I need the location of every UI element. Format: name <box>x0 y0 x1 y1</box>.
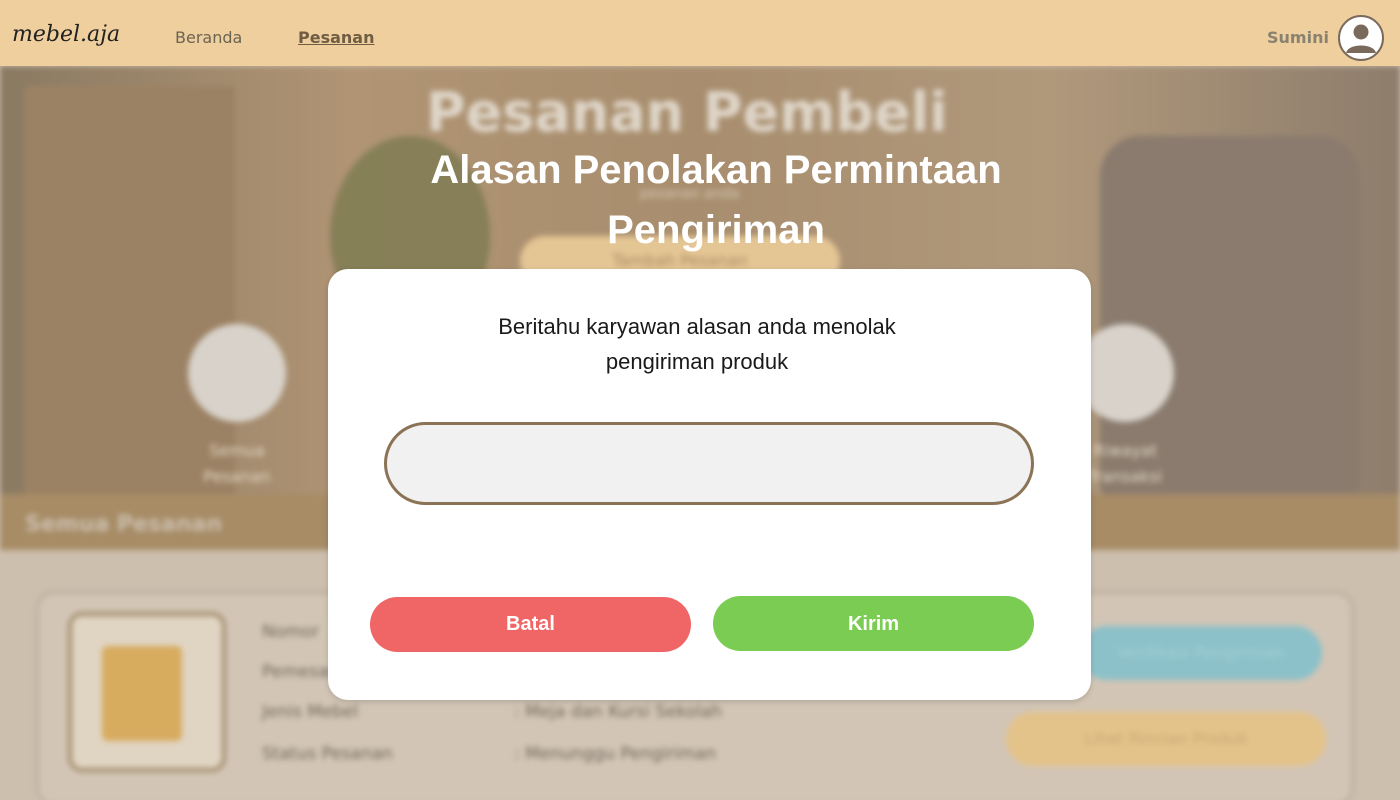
mail-icon <box>188 324 286 422</box>
order-label-number: Nomor <box>262 622 320 642</box>
submit-button[interactable]: Kirim <box>713 596 1034 651</box>
view-product-details-button: Lihat Rincian Produk <box>1006 712 1326 766</box>
product-image <box>102 646 182 741</box>
modal-description: Beritahu karyawan alasan anda menolak pe… <box>498 314 896 374</box>
rejection-reason-input[interactable] <box>384 422 1034 505</box>
hero-title: Pesanan Pembeli <box>426 81 948 144</box>
modal-title: Alasan Penolakan Permintaan Pengiriman <box>430 148 1002 252</box>
category-label: Semua Pesanan <box>172 438 302 490</box>
top-navbar: mebel.aja Beranda Pesanan Sumini <box>0 0 1400 66</box>
order-value-status: : Menunggu Pengiriman <box>514 744 717 764</box>
section-title: Semua Pesanan <box>25 512 223 537</box>
nav-link-pesanan[interactable]: Pesanan <box>298 28 374 47</box>
order-value-furniture-type: : Meja dan Kursi Sekolah <box>514 702 723 722</box>
rejection-reason-dialog: Beritahu karyawan alasan anda menolak pe… <box>328 269 1091 700</box>
category-label-line2: Pesanan <box>203 467 271 486</box>
order-label-status: Status Pesanan <box>262 744 393 764</box>
cancel-button[interactable]: Batal <box>370 597 691 652</box>
brand-logo[interactable]: mebel.aja <box>12 22 120 47</box>
nav-link-beranda[interactable]: Beranda <box>175 28 242 47</box>
user-name[interactable]: Sumini <box>1267 28 1329 47</box>
category-label-line1: Semua <box>209 441 265 460</box>
verify-shipment-button: Verifikasi Pengiriman <box>1080 626 1322 680</box>
order-label-furniture-type: Jenis Mebel <box>262 702 359 722</box>
avatar-silhouette-icon <box>1346 24 1376 53</box>
category-all-orders: Semua Pesanan <box>172 324 302 490</box>
product-thumbnail <box>68 612 226 772</box>
user-avatar-icon[interactable] <box>1338 15 1384 61</box>
